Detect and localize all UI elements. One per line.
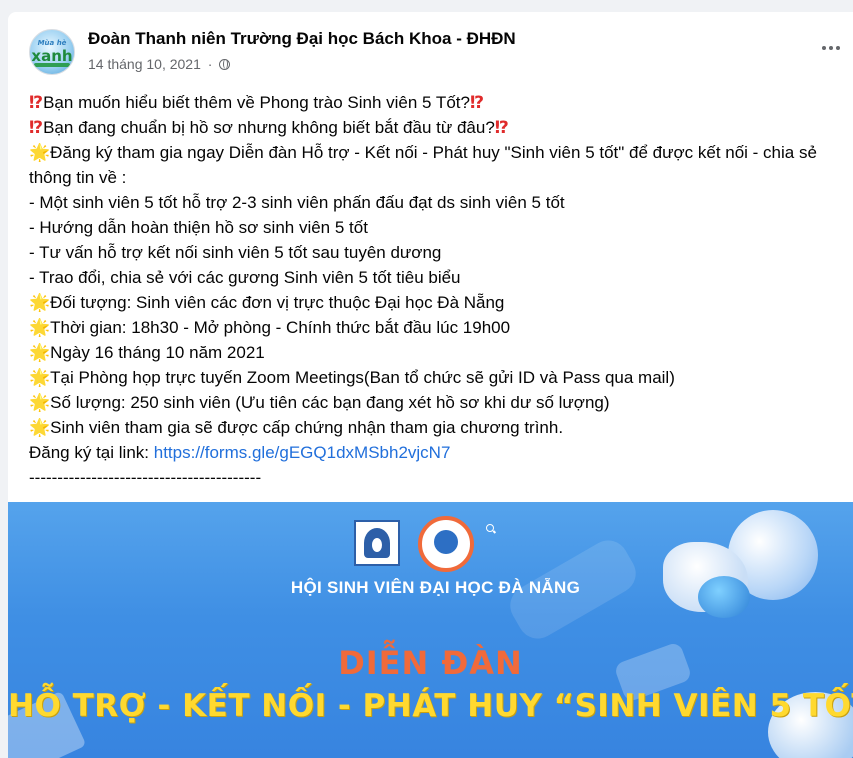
divider-line: ----------------------------------------…: [29, 468, 262, 487]
star-emoji-icon: 🌟: [29, 293, 51, 312]
register-link[interactable]: https://forms.gle/gEGQ1dxMSbh2vjcN7: [154, 443, 451, 462]
post-card: Mùa hè xanh Đoàn Thanh niên Trường Đại h…: [8, 12, 853, 758]
text-line: - Trao đổi, chia sẻ với các gương Sinh v…: [29, 268, 461, 287]
alert-emoji-icon: ⁉: [29, 93, 44, 112]
alert-emoji-icon: ⁉: [494, 118, 509, 137]
text-line: - Một sinh viên 5 tốt hỗ trợ 2-3 sinh vi…: [29, 193, 565, 212]
text-line: 🌟Đối tượng: Sinh viên các đơn vị trực th…: [29, 293, 505, 312]
star-emoji-icon: 🌟: [29, 343, 51, 362]
more-options-button[interactable]: [813, 34, 849, 62]
text-line: - Tư vấn hỗ trợ kết nối sinh viên 5 tốt …: [29, 243, 442, 262]
globe-icon[interactable]: [219, 59, 231, 70]
star-emoji-icon: 🌟: [29, 393, 51, 412]
text-line: ⁉Bạn muốn hiểu biết thêm về Phong trào S…: [29, 93, 485, 112]
meta-separator: ·: [207, 56, 213, 72]
search-icon: [486, 524, 496, 534]
register-line: Đăng ký tại link: https://forms.gle/gEGQ…: [29, 440, 844, 465]
post-header: Mùa hè xanh Đoàn Thanh niên Trường Đại h…: [8, 12, 853, 84]
text-line: 🌟Ngày 16 tháng 10 năm 2021: [29, 343, 265, 362]
text-line: - Hướng dẫn hoàn thiện hồ sơ sinh viên 5…: [29, 218, 368, 237]
banner-org-name: HỘI SINH VIÊN ĐẠI HỌC ĐÀ NẴNG: [290, 578, 581, 597]
star-emoji-icon: 🌟: [29, 318, 51, 337]
text-line: 🌟Đăng ký tham gia ngay Diễn đàn Hỗ trợ -…: [29, 143, 817, 187]
text-line: 🌟Tại Phòng họp trực tuyến Zoom Meetings(…: [29, 368, 675, 387]
more-icon: [822, 46, 826, 50]
avatar-band: [34, 63, 70, 67]
banner-title: DIỄN ĐÀN: [338, 644, 523, 682]
text-line: 🌟Thời gian: 18h30 - Mở phòng - Chính thứ…: [29, 318, 511, 337]
avatar[interactable]: Mùa hè xanh: [29, 29, 75, 75]
university-logo-icon: [354, 520, 400, 566]
banner-subtitle: HỖ TRỢ - KẾT NỐI - PHÁT HUY “SINH VIÊN 5…: [8, 688, 853, 724]
star-emoji-icon: 🌟: [29, 143, 51, 162]
post-date-link[interactable]: 14 tháng 10, 2021: [88, 56, 201, 72]
star-emoji-icon: 🌟: [29, 418, 51, 437]
post-meta: 14 tháng 10, 2021 ·: [88, 56, 231, 72]
text-line: ⁉Bạn đang chuẩn bị hồ sơ nhưng không biế…: [29, 118, 509, 137]
star-emoji-icon: 🌟: [29, 368, 51, 387]
text-line: 🌟Số lượng: 250 sinh viên (Ưu tiên các bạ…: [29, 393, 610, 412]
text-line: 🌟Sinh viên tham gia sẽ được cấp chứng nh…: [29, 418, 564, 437]
alert-emoji-icon: ⁉: [469, 93, 485, 112]
alert-emoji-icon: ⁉: [29, 118, 44, 137]
post-image-banner[interactable]: HỘI SINH VIÊN ĐẠI HỌC ĐÀ NẴNG DIỄN ĐÀN H…: [8, 502, 853, 758]
avatar-text-small: Mùa hè: [37, 39, 67, 47]
register-label: Đăng ký tại link:: [29, 443, 154, 462]
student-union-logo-icon: [418, 516, 474, 572]
page-name-link[interactable]: Đoàn Thanh niên Trường Đại học Bách Khoa…: [88, 29, 516, 49]
post-text: ⁉Bạn muốn hiểu biết thêm về Phong trào S…: [29, 90, 844, 490]
